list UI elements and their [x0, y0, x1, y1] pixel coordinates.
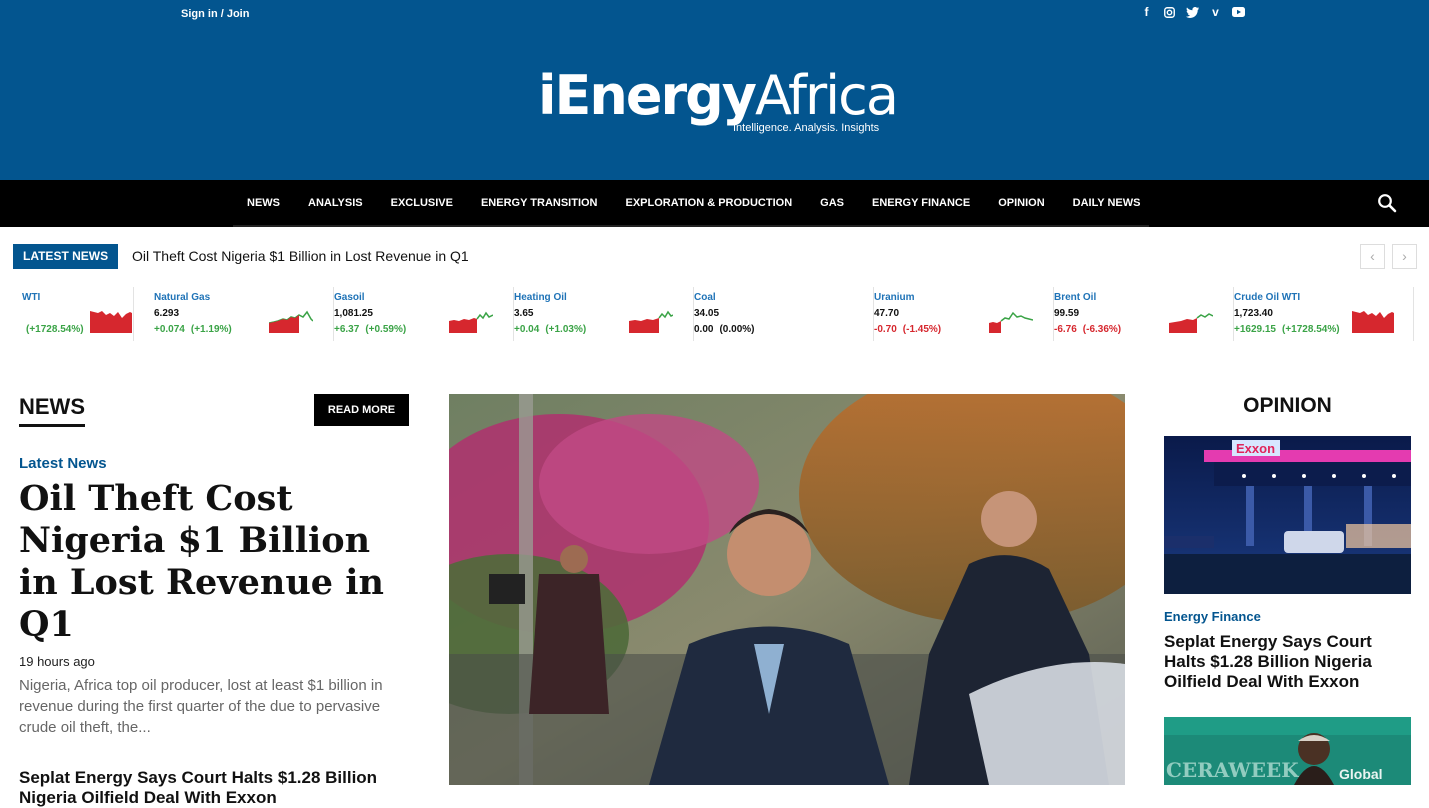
quote-change: +0.04 [514, 324, 540, 335]
quote-name: Crude Oil WTI [1234, 292, 1301, 303]
opinion-article-image[interactable]: Exxon [1164, 436, 1411, 594]
main-nav: NEWS ANALYSIS EXCLUSIVE ENERGY TRANSITIO… [0, 180, 1429, 227]
quote-price: 1,723.40 [1234, 308, 1273, 319]
news-section-heading: NEWS [19, 394, 85, 427]
logo-tagline: Intelligence. Analysis. Insights [733, 122, 880, 134]
quote-coal[interactable]: Coal 34.05 0.00 (0.00%) [694, 287, 874, 341]
quote-price: 3.65 [514, 308, 534, 319]
quote-pct: (+1.03%) [545, 324, 587, 335]
latest-news-ticker: LATEST NEWS Oil Theft Cost Nigeria $1 Bi… [13, 244, 1418, 270]
commodity-quotes-bar: WTI (+1728.54%) Natural Gas 6.293 +0.074… [18, 287, 1414, 343]
site-header: Sign in / Join f v iEnergyAfrica Intelli… [0, 0, 1429, 180]
quote-change: +6.37 [334, 324, 360, 335]
quote-sparkline [629, 310, 673, 333]
secondary-article-headline[interactable]: Seplat Energy Says Court Halts $1.28 Bil… [19, 768, 409, 808]
exxon-sign: Exxon [1236, 441, 1275, 456]
quote-natural-gas[interactable]: Natural Gas 6.293 +0.074 (+1.19%) [154, 287, 334, 341]
article-category-link[interactable]: Latest News [19, 455, 409, 472]
ticker-headline-link[interactable]: Oil Theft Cost Nigeria $1 Billion in Los… [132, 248, 469, 264]
latest-news-badge: LATEST NEWS [13, 244, 119, 269]
quote-name: Coal [694, 292, 716, 303]
quote-name: Natural Gas [154, 292, 211, 303]
instagram-icon[interactable] [1163, 5, 1176, 19]
opinion-article-title[interactable]: Seplat Energy Says Court Halts $1.28 Bil… [1164, 632, 1411, 692]
news-section: NEWS READ MORE Latest News Oil Theft Cos… [19, 394, 409, 808]
quote-pct: (-6.36%) [1082, 324, 1122, 335]
article-timestamp: 19 hours ago [19, 654, 95, 669]
social-links: f v [1140, 5, 1245, 19]
nav-item-analysis[interactable]: ANALYSIS [294, 180, 377, 227]
nav-item-exploration-production[interactable]: EXPLORATION & PRODUCTION [612, 180, 807, 227]
quote-pct: (+1728.54%) [1282, 324, 1340, 335]
quote-sparkline [989, 311, 1033, 333]
sign-in-link[interactable]: Sign in / Join [181, 8, 249, 20]
quote-uranium[interactable]: Uranium 47.70 -0.70 (-1.45%) [874, 287, 1054, 341]
quote-crude-oil-wti[interactable]: Crude Oil WTI 1,723.40 +1629.15 (+1728.54… [1234, 287, 1414, 341]
nav-item-news[interactable]: NEWS [233, 180, 294, 227]
quote-sparkline [1352, 311, 1394, 333]
vimeo-icon[interactable]: v [1209, 5, 1222, 19]
quote-gasoil[interactable]: Gasoil 1,081.25 +6.37 (+0.59%) [334, 287, 514, 341]
nav-item-energy-transition[interactable]: ENERGY TRANSITION [467, 180, 612, 227]
lead-article-headline[interactable]: Oil Theft Cost Nigeria $1 Billion in Los… [19, 478, 409, 646]
quote-sparkline [269, 310, 313, 333]
quote-price: 1,081.25 [334, 308, 373, 319]
quote-change: -0.70 [874, 324, 897, 335]
quote-change: +0.074 [154, 324, 185, 335]
article-excerpt: Nigeria, Africa top oil producer, lost a… [19, 677, 383, 736]
quote-change: -6.76 [1054, 324, 1077, 335]
quote-sparkline [1169, 313, 1213, 333]
quote-name: Uranium [874, 292, 915, 303]
quote-brent-oil[interactable]: Brent Oil 99.59 -6.76 (-6.36%) [1054, 287, 1234, 341]
opinion-section: OPINION Exxon Energy Finance Seplat Ener… [1164, 394, 1411, 785]
nav-item-energy-finance[interactable]: ENERGY FINANCE [858, 180, 984, 227]
quote-pct: (0.00%) [719, 324, 755, 335]
quote-price: 34.05 [694, 308, 720, 319]
quote-price: 99.59 [1054, 308, 1080, 319]
youtube-icon[interactable] [1232, 5, 1245, 19]
search-icon[interactable] [1377, 193, 1397, 213]
logo-word-ienergy: iEnergy [538, 64, 757, 127]
quote-sparkline [90, 311, 132, 333]
quote-pct: (-1.45%) [902, 324, 942, 335]
twitter-icon[interactable] [1186, 5, 1199, 19]
quote-change: 0.00 [694, 324, 714, 335]
facebook-icon[interactable]: f [1140, 5, 1153, 19]
quote-change: +1629.15 [1234, 324, 1276, 335]
site-logo[interactable]: iEnergyAfrica Intelligence. Analysis. In… [538, 64, 899, 134]
quote-wti[interactable]: WTI (+1728.54%) [18, 287, 134, 341]
global-banner-text: Global [1339, 766, 1383, 782]
ticker-prev-button[interactable]: ‹ [1360, 244, 1385, 269]
ticker-next-button[interactable]: › [1392, 244, 1417, 269]
ceraweek-banner-text: CERAWEEK [1166, 758, 1299, 782]
nav-divider [233, 225, 1149, 227]
quote-name: WTI [22, 292, 41, 303]
quote-sparkline [449, 311, 493, 333]
quote-pct: (+1.19%) [190, 324, 232, 335]
quote-name: Heating Oil [514, 292, 567, 303]
quote-heating-oil[interactable]: Heating Oil 3.65 +0.04 (+1.03%) [514, 287, 694, 341]
featured-article-image[interactable] [449, 394, 1125, 785]
opinion-category-link[interactable]: Energy Finance [1164, 609, 1261, 624]
quote-price: 47.70 [874, 308, 900, 319]
gas-station-photo: Exxon [1164, 436, 1411, 594]
quote-name: Gasoil [334, 292, 365, 303]
conference-photo: CERAWEEK Global [1164, 717, 1411, 785]
read-more-button[interactable]: READ MORE [314, 394, 409, 426]
opinion-article-image-2[interactable]: CERAWEEK Global [1164, 717, 1411, 785]
logo-word-africa: Africa [754, 64, 899, 127]
quote-name: Brent Oil [1054, 292, 1097, 303]
quote-pct: (+1728.54%) [26, 324, 84, 335]
featured-photo [449, 394, 1125, 785]
nav-item-daily-news[interactable]: DAILY NEWS [1059, 180, 1155, 227]
nav-item-gas[interactable]: GAS [806, 180, 858, 227]
opinion-section-heading: OPINION [1243, 394, 1332, 417]
quote-pct: (+0.59%) [365, 324, 407, 335]
nav-item-exclusive[interactable]: EXCLUSIVE [377, 180, 467, 227]
quote-price: 6.293 [154, 308, 180, 319]
nav-item-opinion[interactable]: OPINION [984, 180, 1058, 227]
